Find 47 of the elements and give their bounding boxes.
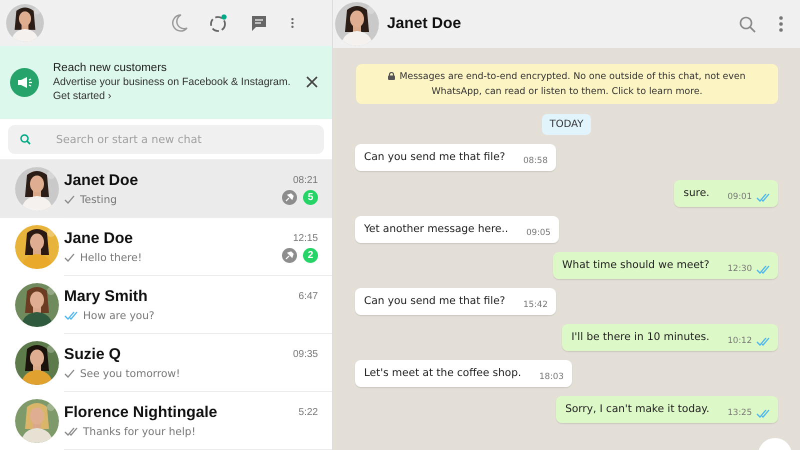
- lock-icon: [388, 72, 396, 80]
- message-time: 13:25: [728, 408, 752, 418]
- message-time: 08:58: [523, 156, 548, 166]
- message-text: sure.: [683, 187, 710, 201]
- message-time: 15:42: [523, 300, 548, 310]
- message-preview: See you tomorrow!: [80, 368, 180, 380]
- message-time: 09:05: [526, 228, 551, 238]
- message-time: 6:47: [298, 291, 318, 302]
- banner-text: Advertise your business on Facebook & Instagram.: [53, 76, 292, 88]
- megaphone-icon: [10, 68, 39, 97]
- message-time: 12:30: [728, 264, 752, 274]
- search-field[interactable]: Search or start a new chat: [8, 124, 324, 154]
- contact-name: Janet Doe: [64, 172, 138, 190]
- chat-list-item[interactable]: Janet Doe 08:21 Testing 5: [0, 160, 332, 218]
- message-time: 09:01: [728, 192, 752, 202]
- message-time: 12:15: [292, 233, 318, 244]
- menu-icon[interactable]: [778, 16, 784, 32]
- message-text: Yet another message here..: [364, 223, 508, 237]
- get-started-link[interactable]: Get started ›: [53, 90, 112, 102]
- message-text: I'll be there in 10 minutes.: [571, 331, 710, 345]
- message-text: Can you send me that file?: [364, 295, 506, 309]
- contact-name: Florence Nightingale: [64, 404, 218, 422]
- search-icon[interactable]: [739, 16, 756, 32]
- message-time: 09:35: [292, 349, 318, 360]
- message-text: Can you send me that file?: [364, 151, 506, 165]
- message-preview: Thanks for your help!: [83, 426, 196, 438]
- contact-name: Suzie Q: [64, 346, 121, 364]
- message-text: Let's meet at the coffee shop.: [364, 367, 522, 381]
- message-preview: Hello there!: [80, 252, 142, 264]
- contact-name: Jane Doe: [64, 230, 133, 248]
- close-icon[interactable]: [306, 76, 318, 88]
- contact-name: Janet Doe: [387, 15, 462, 33]
- message-text: What time should we meet?: [562, 259, 710, 273]
- message-time: 5:22: [298, 407, 318, 418]
- message-time: 10:12: [728, 336, 752, 346]
- banner-title: Reach new customers: [53, 62, 168, 74]
- search-icon: [20, 134, 31, 144]
- contact-name: Mary Smith: [64, 288, 148, 306]
- encryption-notice[interactable]: Messages are end-to-end encrypted. No one outside of this chat, not even WhatsApp, can read or listen to them. Click to learn more.: [356, 64, 778, 104]
- date-label: TODAY: [542, 114, 592, 134]
- message-text: Sorry, I can't make it today.: [565, 403, 710, 417]
- message-preview: How are you?: [83, 310, 154, 322]
- unread-count: 2: [303, 248, 318, 263]
- unread-count: 5: [303, 190, 318, 205]
- message-time: 18:03: [539, 372, 564, 382]
- message-preview: Testing: [80, 194, 117, 206]
- message-time: 08:21: [292, 175, 318, 186]
